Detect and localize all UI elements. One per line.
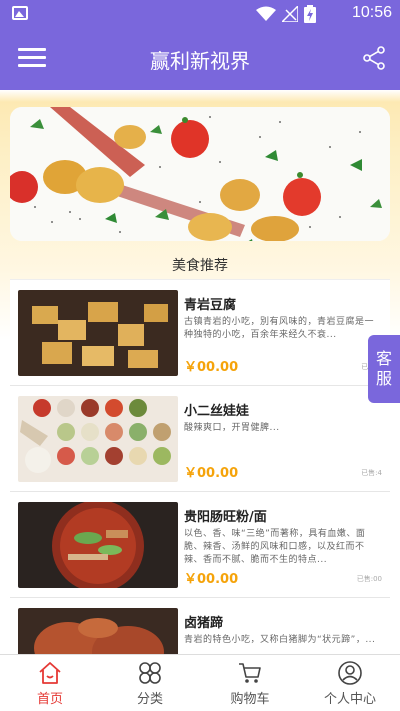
tab-cart[interactable]: 购物车 — [200, 655, 300, 711]
user-icon — [338, 661, 362, 685]
food-thumbnail[interactable] — [18, 502, 178, 588]
home-icon — [39, 662, 61, 684]
battery-icon — [304, 5, 316, 23]
tab-home[interactable]: 首页 — [0, 655, 100, 711]
food-thumbnail[interactable] — [18, 396, 178, 482]
customer-service-button[interactable]: 客 服 — [368, 335, 400, 403]
food-description: 古镇青岩的小吃，別有风味的，青岩豆腐是一种独特的小吃，百余年来经久不衰... — [184, 317, 375, 340]
food-price: ￥00.00 — [184, 466, 239, 481]
food-price: ￥00.00 — [184, 360, 239, 375]
app-bar: 赢利新视界 — [0, 28, 400, 90]
food-price: ￥00.00 — [184, 572, 239, 587]
food-list: 青岩豆腐 古镇青岩的小吃，別有风味的，青岩豆腐是一种独特的小吃，百余年来经久不衰… — [10, 279, 390, 654]
food-thumbnail[interactable] — [18, 608, 178, 654]
image-icon — [12, 6, 28, 20]
food-item[interactable]: 青岩豆腐 古镇青岩的小吃，別有风味的，青岩豆腐是一种独特的小吃，百余年来经久不衰… — [10, 280, 390, 386]
food-description: 青岩的特色小吃，又称白猪脚为“状元蹄”，... — [184, 635, 376, 645]
food-item[interactable]: 贵阳肠旺粉/面 以色、香、味“三绝”而著称，具有血嫩、面脆、辣香、汤鲜的风味和口… — [10, 492, 390, 598]
tab-label: 分类 — [136, 692, 163, 707]
wifi-icon — [256, 6, 276, 21]
service-label-char: 客 — [375, 349, 392, 368]
food-item[interactable]: 小二丝娃娃 酸辣爽口，开胃健脾... ￥00.00 已售:4 — [10, 386, 390, 492]
bottom-tab-bar: 首页 分类 购物车 个人中心 — [0, 654, 400, 711]
food-description: 以色、香、味“三绝”而著称，具有血嫩、面脆、辣香、汤鲜的风味和口感，以及红而不辣… — [184, 529, 366, 565]
tab-label: 个人中心 — [323, 692, 376, 707]
share-icon[interactable] — [362, 46, 386, 70]
food-sold-count: 已售:4 — [361, 469, 382, 477]
food-name: 卤猪蹄 — [184, 616, 224, 631]
food-name: 贵阳肠旺粉/面 — [184, 510, 267, 525]
tab-label: 购物车 — [230, 692, 270, 707]
clock: 10:56 — [351, 4, 392, 21]
section-title: 美食推荐 — [172, 258, 228, 274]
system-icons — [256, 5, 316, 23]
food-name: 小二丝娃娃 — [184, 404, 250, 419]
food-name: 青岩豆腐 — [184, 298, 237, 313]
food-description: 酸辣爽口，开胃健脾... — [184, 423, 280, 433]
food-sold-count: 已售:00 — [356, 575, 382, 583]
tab-category[interactable]: 分类 — [100, 655, 200, 711]
food-thumbnail[interactable] — [18, 290, 178, 376]
service-label-char: 服 — [375, 369, 392, 388]
food-item[interactable]: 卤猪蹄 青岩的特色小吃，又称白猪脚为“状元蹄”，... — [10, 598, 390, 654]
status-bar: 10:56 — [0, 0, 400, 28]
content-area[interactable]: 美食推荐 青岩豆腐 古镇青岩的小吃，別有风味的，青岩豆腐是一种独特的小吃，百余年… — [0, 90, 400, 654]
banner-image[interactable] — [10, 107, 390, 241]
tab-label: 首页 — [36, 692, 63, 707]
tab-profile[interactable]: 个人中心 — [300, 655, 400, 711]
category-icon — [139, 662, 161, 684]
signal-icon — [282, 6, 298, 22]
page-title: 赢利新视界 — [150, 49, 250, 73]
cart-icon — [239, 663, 261, 683]
